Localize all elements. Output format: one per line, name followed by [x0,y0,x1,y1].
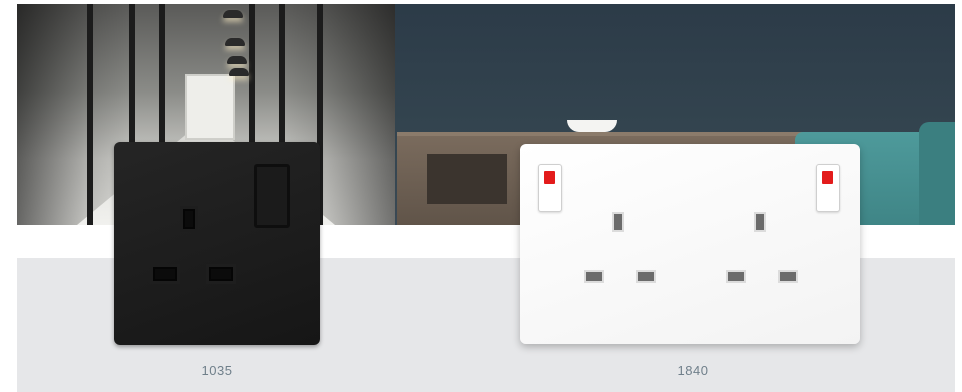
ceiling-lamp [223,10,243,18]
product-label-1035[interactable]: 1035 [187,363,247,378]
neutral-pin-slot [206,264,236,284]
earth-pin-slot [180,206,198,232]
neon-indicator-icon [822,171,833,184]
live-pin-slot [584,270,604,283]
glass-frame [87,4,93,225]
sofa-arm [919,122,955,225]
neutral-pin-slot [636,270,656,283]
product-showcase: 1035 1840 [0,0,962,392]
ceiling-lamp [227,56,247,64]
ceiling-lamp [229,68,249,76]
neon-indicator-icon [544,171,555,184]
bowl [567,120,617,132]
ceiling-lamp [225,38,245,46]
live-pin-slot [726,270,746,283]
product-label-1840[interactable]: 1840 [663,363,723,378]
right-switch [816,164,840,212]
product-image-1840[interactable] [520,144,860,344]
live-pin-slot [150,264,180,284]
sideboard-shelf [427,154,507,204]
earth-pin-slot [754,212,766,232]
neutral-pin-slot [778,270,798,283]
product-image-1035[interactable] [114,142,320,345]
left-switch [538,164,562,212]
earth-pin-slot [612,212,624,232]
rocker-switch [254,164,290,228]
corridor-end-door [185,74,235,140]
